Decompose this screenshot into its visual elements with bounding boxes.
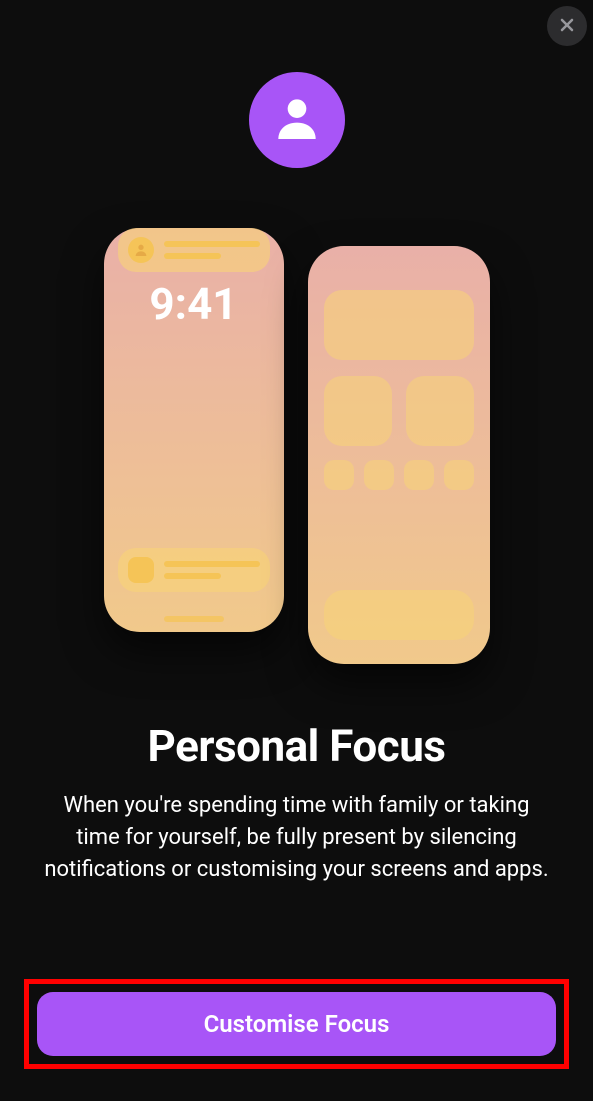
- app-icon-placeholder: [364, 460, 394, 490]
- close-button[interactable]: [547, 6, 587, 46]
- customise-focus-button[interactable]: Customise Focus: [37, 992, 556, 1056]
- phones-preview: 9:41: [104, 228, 490, 664]
- dock-placeholder: [324, 590, 474, 640]
- notification-preview: [118, 228, 270, 272]
- focus-avatar-icon: [249, 72, 345, 168]
- notification-text-placeholder: [164, 561, 260, 579]
- close-icon: [557, 15, 577, 38]
- app-icon-placeholder: [444, 460, 474, 490]
- widget-placeholder: [324, 376, 392, 446]
- notification-person-icon: [128, 237, 154, 263]
- widget-row: [324, 376, 474, 446]
- widget-placeholder: [406, 376, 474, 446]
- page-description: When you're spending time with family or…: [0, 790, 593, 886]
- home-indicator: [164, 616, 224, 622]
- person-icon: [269, 90, 325, 150]
- highlight-annotation: Customise Focus: [24, 979, 569, 1069]
- app-icon-placeholder: [324, 460, 354, 490]
- lock-screen-time: 9:41: [104, 278, 284, 330]
- app-row: [324, 460, 474, 490]
- app-icon-placeholder: [404, 460, 434, 490]
- home-screen-preview: [308, 246, 490, 664]
- widget-placeholder: [324, 290, 474, 360]
- notification-text-placeholder: [164, 241, 260, 259]
- page-title: Personal Focus: [148, 720, 446, 772]
- lock-screen-preview: 9:41: [104, 228, 284, 632]
- notification-preview: [118, 548, 270, 592]
- main-content: 9:41: [0, 0, 593, 886]
- notification-app-icon: [128, 557, 154, 583]
